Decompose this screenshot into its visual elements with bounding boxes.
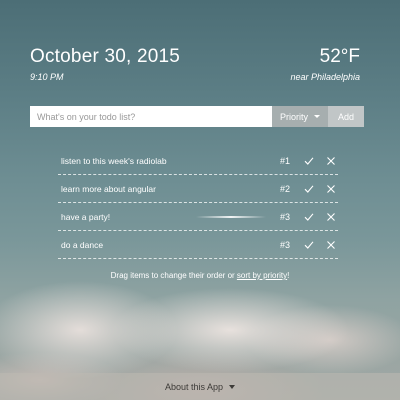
check-icon[interactable]: [304, 184, 314, 194]
date-display: October 30, 2015: [30, 46, 180, 68]
todo-text: listen to this week's radiolab: [61, 155, 167, 166]
todo-text: do a dance: [61, 239, 104, 250]
add-todo-bar: Priority Add: [30, 106, 364, 127]
check-icon[interactable]: [304, 212, 314, 222]
check-icon[interactable]: [304, 240, 314, 250]
drag-hint: Drag items to change their order or sort…: [0, 271, 400, 280]
todo-item[interactable]: listen to this week's radiolab #1: [58, 147, 338, 175]
todo-input[interactable]: [30, 106, 272, 127]
sort-by-priority-link[interactable]: sort by priority: [237, 271, 287, 280]
location-text: near Philadelphia: [290, 72, 360, 82]
hint-suffix: !: [287, 271, 290, 280]
time-text: 9:10 PM: [30, 72, 64, 82]
close-icon[interactable]: [326, 156, 336, 166]
date-text: October 30, 2015: [30, 46, 181, 67]
close-icon[interactable]: [326, 240, 336, 250]
temperature-text: 52°F: [319, 46, 360, 67]
about-app-label: About this App: [164, 381, 224, 392]
todo-item[interactable]: do a dance #3: [58, 231, 338, 259]
todo-item[interactable]: have a party! #3: [58, 203, 338, 231]
todo-priority: #3: [279, 211, 290, 222]
close-icon[interactable]: [326, 184, 336, 194]
todo-priority: #1: [279, 155, 290, 166]
priority-dropdown[interactable]: Priority: [272, 106, 328, 127]
caret-down-icon: [314, 115, 320, 118]
close-icon[interactable]: [326, 212, 336, 222]
todo-priority: #2: [279, 183, 290, 194]
todo-priority: #3: [279, 239, 290, 250]
check-icon[interactable]: [304, 156, 314, 166]
priority-label: Priority: [279, 111, 308, 122]
todo-item[interactable]: learn more about angular #2: [58, 175, 338, 203]
todo-list: listen to this week's radiolab #1 learn …: [58, 147, 338, 259]
todo-text: learn more about angular: [61, 183, 156, 194]
light-glare: [196, 216, 266, 218]
add-button[interactable]: Add: [328, 106, 364, 127]
about-app-toggle[interactable]: About this App: [0, 373, 400, 400]
hint-prefix: Drag items to change their order or: [110, 271, 237, 280]
caret-down-icon: [229, 384, 236, 389]
